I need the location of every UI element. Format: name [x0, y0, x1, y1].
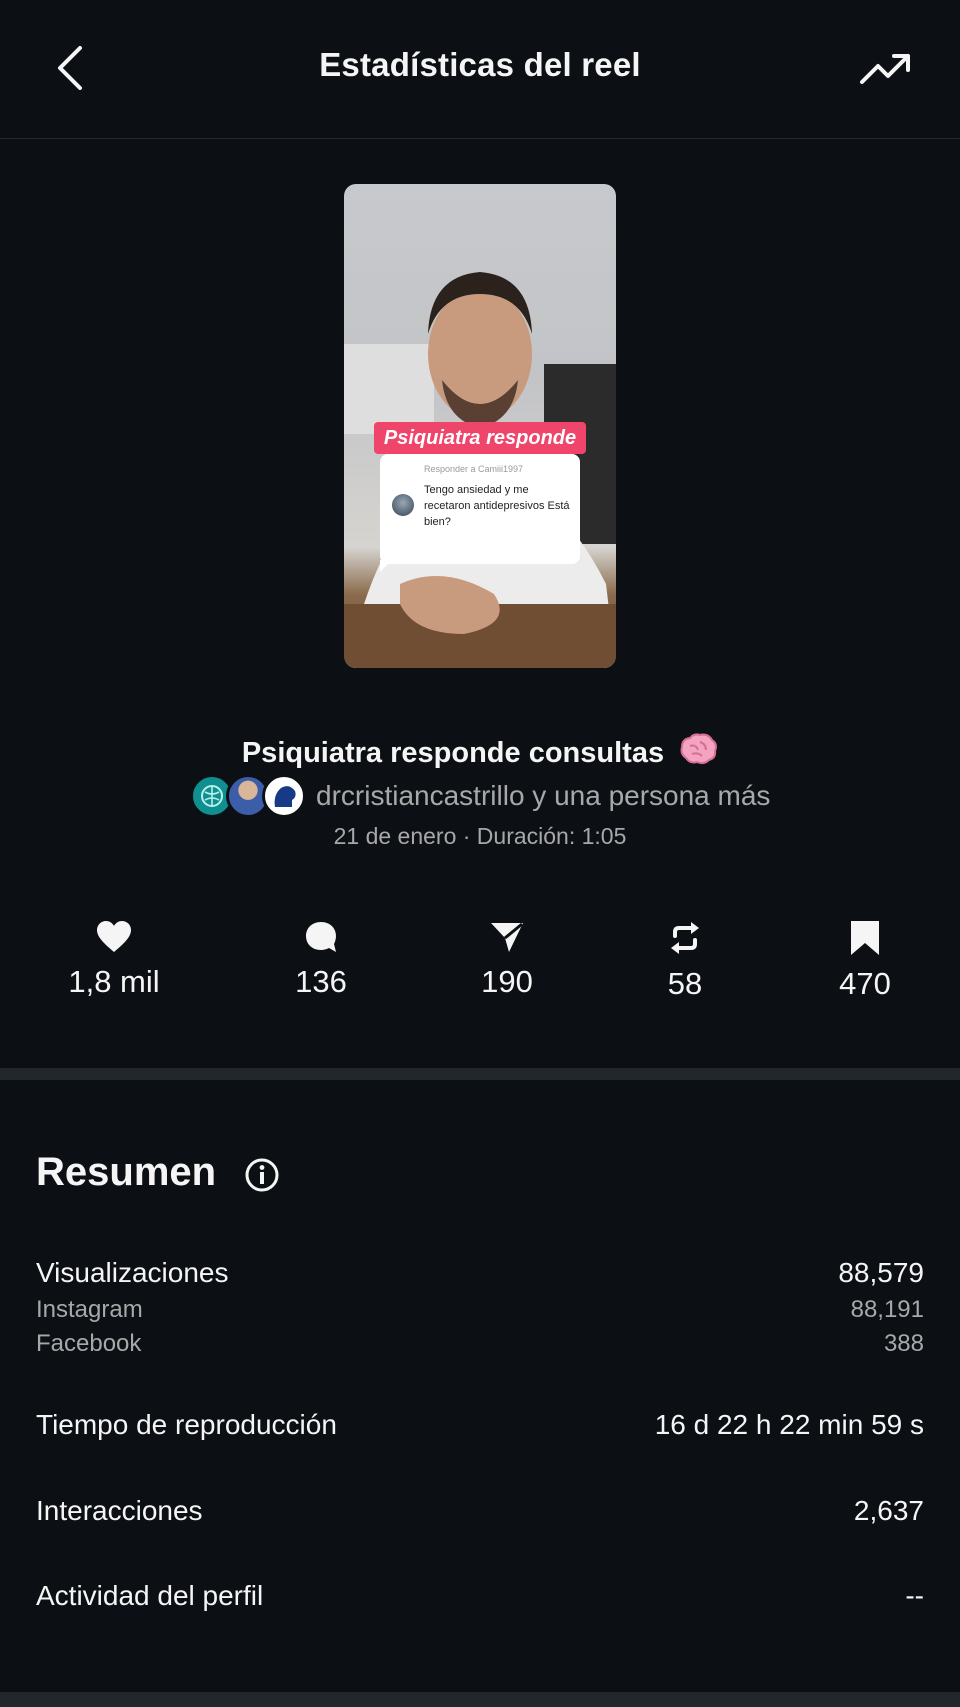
reposts-stat: 58: [605, 920, 765, 1002]
reel-title: Psiquiatra responde consultas: [0, 732, 960, 770]
sticker-tail: [380, 560, 392, 572]
sticker-question: Tengo ansiedad y me recetaron antidepres…: [424, 484, 570, 528]
comment-icon: [306, 922, 336, 952]
comments-count: 136: [295, 964, 347, 999]
facebook-label: Facebook: [36, 1330, 142, 1357]
brain-icon: [680, 733, 718, 765]
saves-count: 470: [839, 966, 891, 1001]
saves-stat: 470: [785, 920, 945, 1002]
head-logo-icon: [274, 786, 296, 807]
reel-meta: 21 de enero · Duración: 1:05: [333, 823, 627, 849]
collaborator-avatars: [189, 774, 308, 818]
likes-stat: 1,8 mil: [34, 920, 194, 1000]
bookmark-icon: [851, 921, 879, 955]
info-icon[interactable]: [244, 1157, 280, 1193]
sticker-avatar: [392, 494, 414, 516]
views-value: 88,579: [838, 1257, 924, 1288]
profile-activity-label: Actividad del perfil: [36, 1580, 264, 1611]
profile-activity-value: --: [905, 1580, 924, 1611]
collaborators-text: drcristiancastrillo y una persona más: [316, 780, 771, 811]
heart-icon: [97, 921, 131, 952]
views-label: Visualizaciones: [36, 1257, 229, 1288]
brain-logo-icon: [200, 785, 223, 807]
instagram-value: 88,191: [850, 1296, 924, 1323]
comments-stat: 136: [241, 920, 401, 1000]
instagram-label: Instagram: [36, 1296, 143, 1323]
facebook-value: 388: [883, 1330, 924, 1357]
avatar: [261, 774, 306, 818]
collaborators-row[interactable]: drcristiancastrillo y una persona más: [0, 774, 960, 818]
page-title: Estadísticas del reel: [319, 46, 641, 83]
section-divider: [0, 1692, 960, 1707]
send-icon: [491, 922, 523, 952]
reel-thumbnail[interactable]: Psiquiatra responde Responder a Camiii19…: [344, 184, 616, 668]
sticker-reply-label: Responder a Camiii1997: [424, 464, 524, 474]
watch-time-value: 16 d 22 h 22 min 59 s: [654, 1409, 924, 1440]
shares-count: 190: [481, 964, 533, 999]
header: Estadísticas del reel: [0, 0, 960, 139]
interactions-value: 2,637: [853, 1495, 924, 1526]
question-sticker: Responder a Camiii1997 Tengo ansiedad y …: [380, 454, 580, 564]
reel-title-text: Psiquiatra responde consultas: [241, 737, 665, 769]
shares-stat: 190: [427, 920, 587, 1000]
interactions-label: Interacciones: [36, 1495, 203, 1526]
summary-title: Resumen: [36, 1150, 217, 1194]
trends-button[interactable]: [858, 46, 914, 90]
watch-time-label: Tiempo de reproducción: [36, 1409, 337, 1440]
reel-sticker-tag: Psiquiatra responde: [374, 422, 586, 454]
likes-count: 1,8 mil: [68, 964, 160, 999]
trending-up-icon: [860, 54, 910, 84]
repost-icon: [671, 922, 699, 954]
reposts-count: 58: [667, 966, 703, 1001]
section-divider: [0, 1068, 960, 1080]
interaction-stats: 1,8 mil 136 190 58 470: [0, 920, 960, 1040]
